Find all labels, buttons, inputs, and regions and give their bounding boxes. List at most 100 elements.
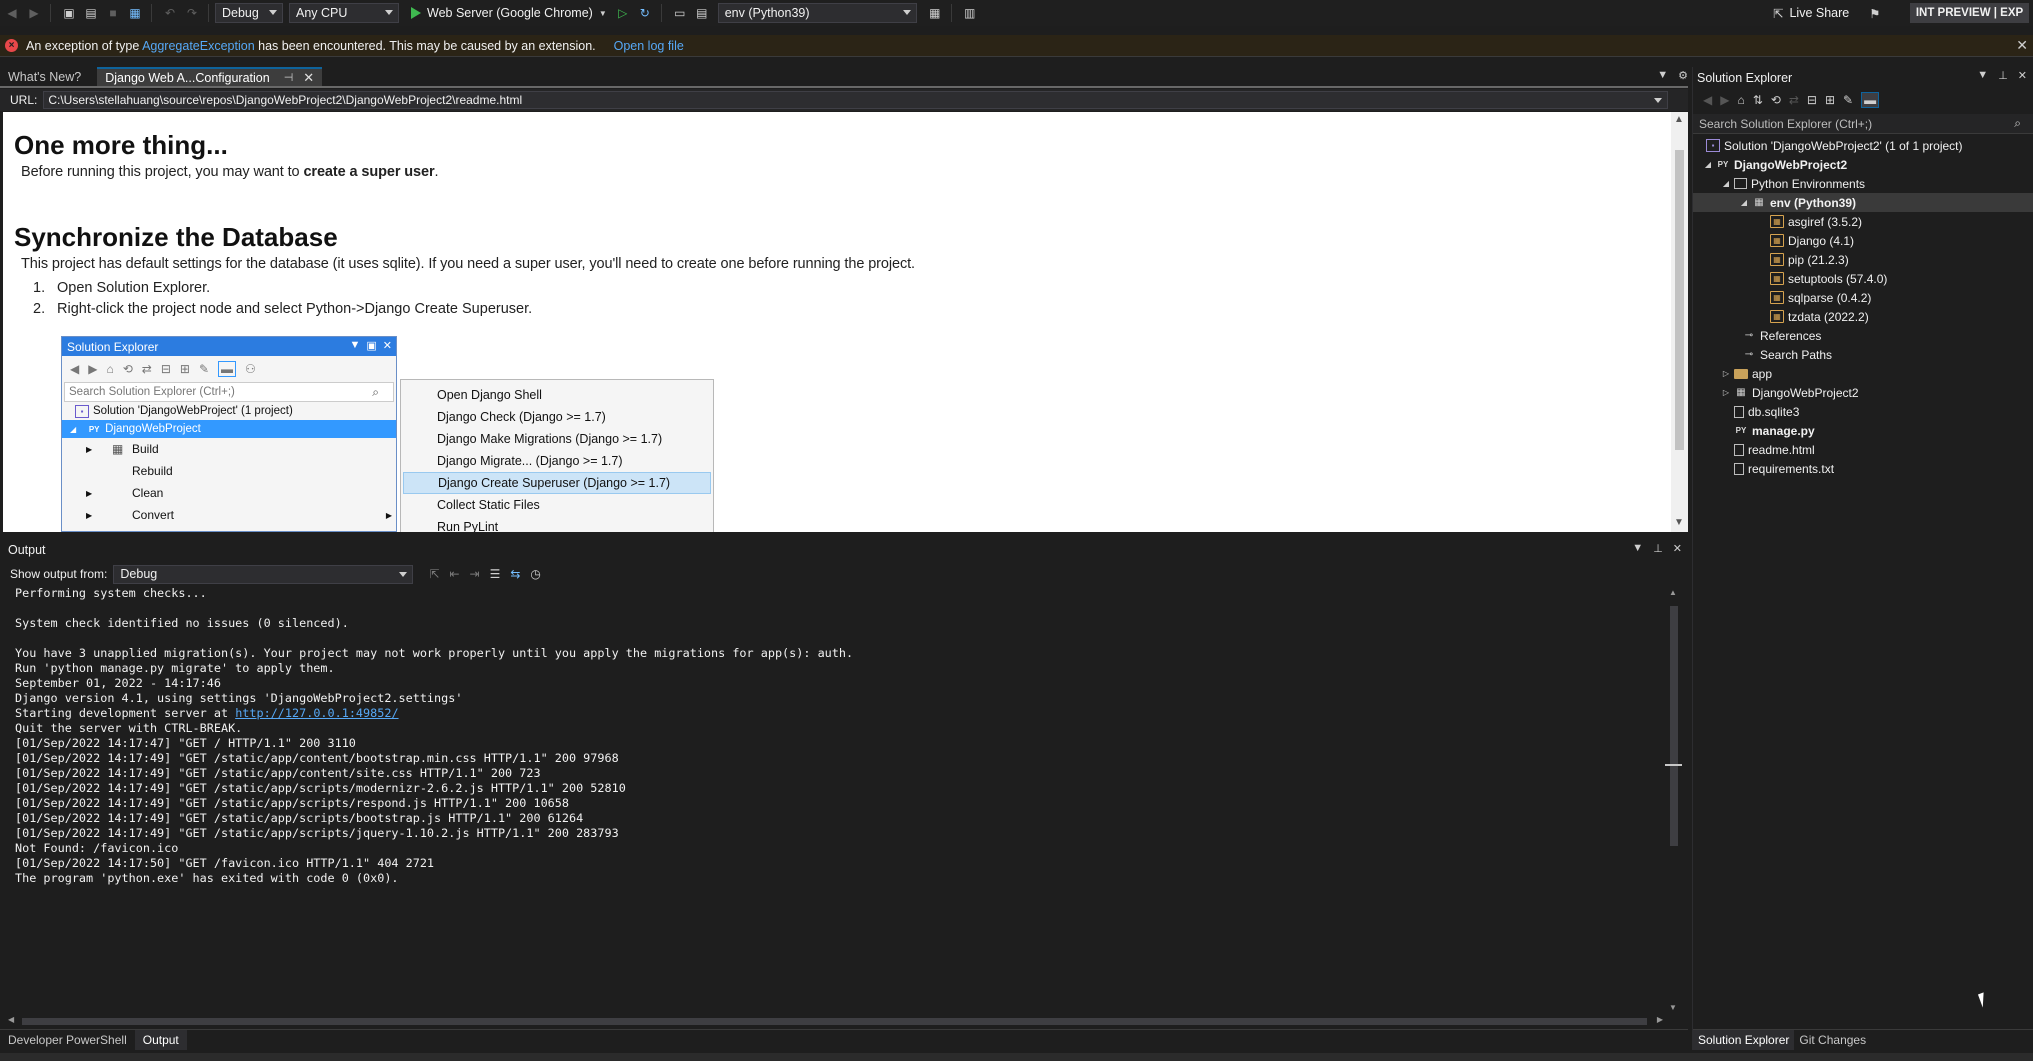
- run-button[interactable]: Web Server (Google Chrome) ▼: [407, 3, 611, 23]
- exception-link[interactable]: AggregateException: [142, 39, 255, 53]
- expanded-arrow-icon[interactable]: ◢: [1739, 198, 1749, 207]
- collapsed-arrow-icon[interactable]: ▷: [1721, 388, 1731, 397]
- tree-node-requirements[interactable]: requirements.txt: [1693, 459, 2033, 478]
- layout-icon[interactable]: ▤: [692, 3, 712, 23]
- gear-icon[interactable]: ⚙: [1678, 69, 1688, 82]
- tree-node-project[interactable]: ◢ PY DjangoWebProject2: [1693, 155, 2033, 174]
- output-source-dropdown[interactable]: Debug: [113, 564, 414, 584]
- scroll-up-icon[interactable]: ▲: [1669, 588, 1677, 597]
- show-all-files-icon[interactable]: ⊞: [1825, 93, 1835, 107]
- save-all-icon[interactable]: ▦: [125, 3, 145, 23]
- tab-output[interactable]: Output: [134, 1029, 187, 1050]
- sync-icon[interactable]: ⇄: [1789, 93, 1799, 107]
- live-share-button[interactable]: ⇱ Live Share ⚑: [1773, 3, 1880, 23]
- close-icon[interactable]: ✕: [303, 70, 314, 86]
- back-icon[interactable]: ◀: [1703, 93, 1712, 107]
- find-message-icon[interactable]: ⇱: [429, 567, 439, 581]
- tree-node-solution[interactable]: ▪ Solution 'DjangoWebProject2' (1 of 1 p…: [1693, 136, 2033, 155]
- forward-icon[interactable]: ▶: [24, 3, 44, 23]
- preview-badge[interactable]: INT PREVIEW | EXP: [1910, 3, 2029, 23]
- scrollbar-thumb[interactable]: [1675, 150, 1684, 450]
- tree-node-inner-project-folder[interactable]: ▷ ▦ DjangoWebProject2: [1693, 383, 2033, 402]
- next-message-icon[interactable]: ⇥: [470, 567, 480, 581]
- output-vertical-scrollbar[interactable]: ▲ ▼: [1665, 588, 1682, 1012]
- wrench-icon[interactable]: ✎: [1843, 93, 1853, 107]
- tree-node-package[interactable]: ▦ pip (21.2.3): [1693, 250, 2033, 269]
- hot-reload-icon[interactable]: ↻: [635, 3, 655, 23]
- tree-node-package[interactable]: ▦ Django (4.1): [1693, 231, 2033, 250]
- tree-node-db[interactable]: db.sqlite3: [1693, 402, 2033, 421]
- forward-icon[interactable]: ▶: [1720, 93, 1729, 107]
- url-input[interactable]: C:\Users\stellahuang\source\repos\Django…: [43, 91, 1669, 109]
- collapsed-arrow-icon[interactable]: ▷: [1721, 369, 1731, 378]
- preview-selected-icon[interactable]: ▬: [1861, 92, 1880, 108]
- chevron-down-icon[interactable]: ▼: [1977, 69, 1988, 82]
- tab-whats-new[interactable]: What's New?: [0, 67, 89, 86]
- tree-node-search-paths[interactable]: ⊸ Search Paths: [1693, 345, 2033, 364]
- ctx-django-make-migrations: Django Make Migrations (Django >= 1.7): [437, 432, 663, 446]
- chevron-down-icon[interactable]: ▼: [1657, 69, 1668, 82]
- previous-message-icon[interactable]: ⇤: [449, 567, 459, 581]
- tab-django-configuration[interactable]: Django Web A...Configuration ⊣ ✕: [97, 67, 323, 86]
- close-icon[interactable]: ✕: [2016, 37, 2028, 54]
- new-project-icon[interactable]: ▣: [59, 3, 79, 23]
- clear-all-icon[interactable]: ☰: [490, 567, 501, 581]
- output-text[interactable]: Performing system checks... System check…: [15, 586, 1665, 1006]
- tree-node-package[interactable]: ▦ asgiref (3.5.2): [1693, 212, 2033, 231]
- scrollbar-thumb[interactable]: [22, 1018, 1647, 1025]
- browser-link-icon[interactable]: ▭: [670, 3, 690, 23]
- platform-dropdown[interactable]: Any CPU: [289, 3, 399, 23]
- window-layout-icon[interactable]: ▥: [960, 3, 980, 23]
- timestamp-icon[interactable]: ◷: [530, 567, 540, 581]
- solution-explorer-search[interactable]: Search Solution Explorer (Ctrl+;) ⌕: [1693, 114, 2033, 134]
- chevron-down-icon[interactable]: ▼: [599, 9, 607, 18]
- tree-node-package[interactable]: ▦ tzdata (2022.2): [1693, 307, 2033, 326]
- chevron-down-icon[interactable]: [1654, 98, 1663, 103]
- feedback-icon[interactable]: ⚑: [1869, 6, 1880, 21]
- scrollbar-thumb[interactable]: [1670, 606, 1678, 846]
- history-icon[interactable]: ⟲: [1771, 93, 1781, 107]
- save-icon[interactable]: ■: [103, 3, 123, 23]
- pin-icon[interactable]: ⊥: [1998, 69, 2008, 82]
- word-wrap-icon[interactable]: ⇆: [510, 567, 520, 581]
- pin-icon[interactable]: ⊥: [1653, 542, 1663, 555]
- home-icon[interactable]: ⌂: [1737, 93, 1744, 107]
- tab-developer-powershell[interactable]: Developer PowerShell: [0, 1030, 135, 1050]
- close-icon[interactable]: ✕: [1673, 542, 1682, 555]
- open-log-link[interactable]: Open log file: [614, 39, 684, 53]
- tree-node-manage-py[interactable]: PY manage.py: [1693, 421, 2033, 440]
- back-icon[interactable]: ◀: [2, 3, 22, 23]
- expanded-arrow-icon[interactable]: ◢: [1721, 179, 1731, 188]
- scroll-down-icon[interactable]: ▼: [1669, 1003, 1677, 1012]
- scroll-right-icon[interactable]: ▶: [1657, 1015, 1663, 1024]
- python-env-dropdown[interactable]: env (Python39): [717, 3, 917, 23]
- open-folder-icon[interactable]: ▤: [81, 3, 101, 23]
- tab-solution-explorer[interactable]: Solution Explorer: [1693, 1029, 1795, 1050]
- output-horizontal-scrollbar[interactable]: ◀ ▶: [8, 1014, 1663, 1028]
- tab-git-changes[interactable]: Git Changes: [1794, 1030, 1871, 1050]
- switch-views-icon[interactable]: ⇅: [1753, 93, 1763, 107]
- search-icon[interactable]: ⌕: [2014, 116, 2021, 131]
- tree-node-package[interactable]: ▦ sqlparse (0.4.2): [1693, 288, 2033, 307]
- scroll-up-icon[interactable]: ▲: [1674, 114, 1684, 125]
- close-icon[interactable]: ✕: [2018, 69, 2027, 82]
- configuration-dropdown[interactable]: Debug: [215, 3, 283, 23]
- tree-node-app-folder[interactable]: ▷ app: [1693, 364, 2033, 383]
- readme-scrollbar[interactable]: ▲ ▼: [1671, 112, 1688, 532]
- scroll-down-icon[interactable]: ▼: [1674, 517, 1684, 528]
- tree-node-package[interactable]: ▦ setuptools (57.4.0): [1693, 269, 2033, 288]
- calendar-icon[interactable]: ▦: [925, 3, 945, 23]
- tree-node-python-environments[interactable]: ◢ Python Environments: [1693, 174, 2033, 193]
- expanded-arrow-icon[interactable]: ◢: [1703, 160, 1713, 169]
- collapse-all-icon[interactable]: ⊟: [1807, 93, 1817, 107]
- tree-node-references[interactable]: ⊸ References: [1693, 326, 2033, 345]
- pin-icon[interactable]: ⊣: [284, 71, 294, 84]
- scroll-left-icon[interactable]: ◀: [8, 1015, 14, 1024]
- redo-icon[interactable]: ↷: [182, 3, 202, 23]
- tree-node-env[interactable]: ◢ ▦ env (Python39): [1693, 193, 2033, 212]
- chevron-down-icon[interactable]: ▼: [1632, 542, 1643, 555]
- server-link[interactable]: http://127.0.0.1:49852/: [235, 706, 398, 720]
- tree-node-readme[interactable]: readme.html: [1693, 440, 2033, 459]
- undo-icon[interactable]: ↶: [160, 3, 180, 23]
- start-without-debugging-icon[interactable]: ▷: [613, 3, 633, 23]
